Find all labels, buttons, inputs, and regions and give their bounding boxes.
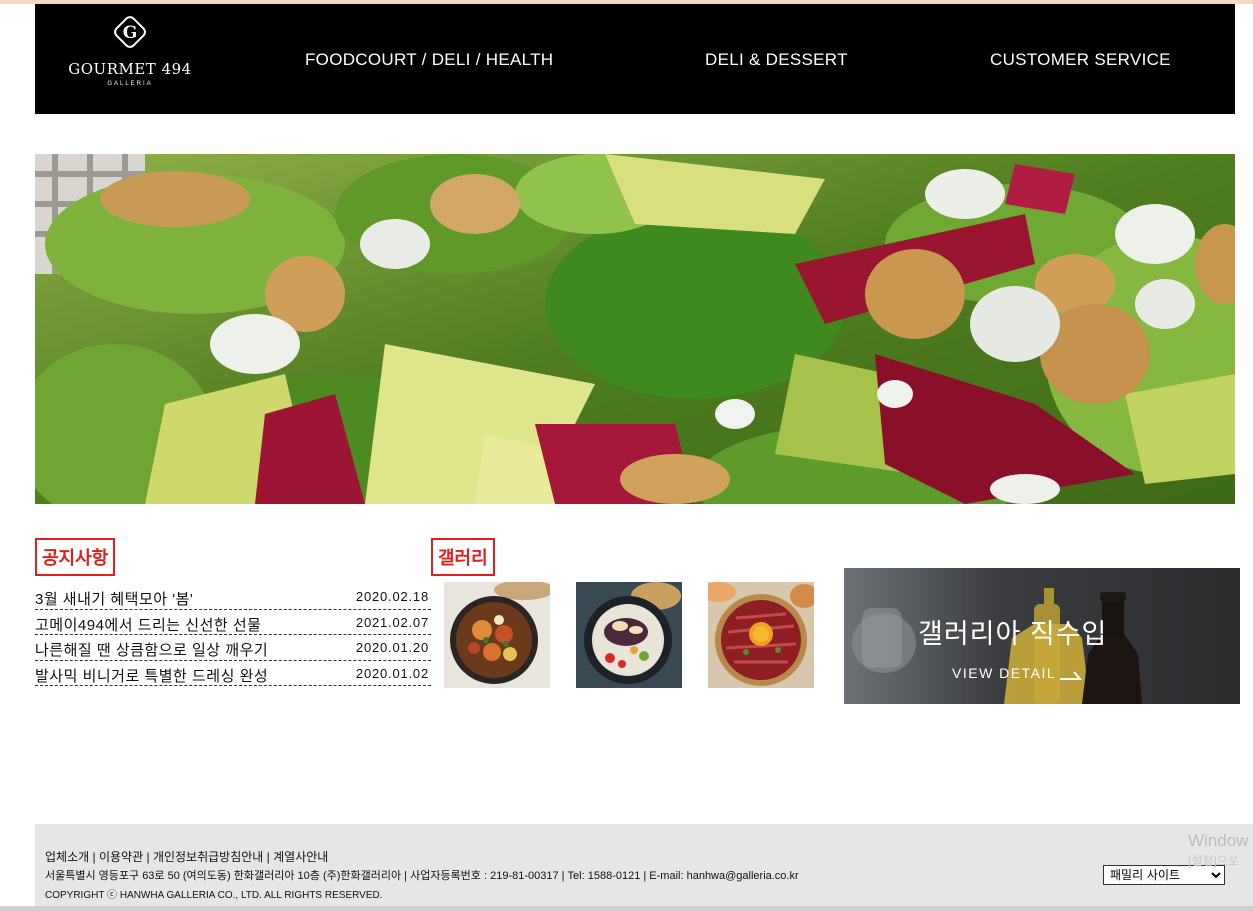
logo-subtext: GALLERIA [107, 81, 153, 87]
notice-item-title[interactable]: 3월 새내기 혜택모아 '봄' [35, 588, 193, 609]
notice-section-title: 공지사항 [35, 538, 116, 576]
logo-text: GOURMET 494 [68, 60, 192, 78]
windows-activation-watermark-sub: [설정]으로 [1188, 854, 1239, 868]
logo-g-icon: G [114, 16, 146, 48]
banner-view-detail-link[interactable]: VIEW DETAIL [952, 665, 1056, 681]
nav-deli-dessert[interactable]: DELI & DESSERT [705, 50, 848, 70]
notice-item-date: 2020.01.02 [355, 665, 429, 681]
notice-item[interactable]: 나른해질 땐 상큼함으로 일상 깨우기 2020.01.20 [35, 635, 431, 661]
footer-links: 업체소개 | 이용약관 | 개인정보취급방침안내 | 계열사안내 [45, 850, 329, 864]
notice-list: 3월 새내기 혜택모아 '봄' 2020.02.18 고메이494에서 드리는 … [35, 584, 431, 686]
gallery-thumbnail-salad[interactable] [576, 582, 682, 688]
footer-link-terms[interactable]: 이용약관 [99, 850, 143, 864]
nav-foodcourt-deli-health[interactable]: FOODCOURT / DELI / HEALTH [305, 50, 553, 70]
logo[interactable]: G GOURMET 494 GALLERIA [65, 8, 195, 98]
notice-item[interactable]: 3월 새내기 혜택모아 '봄' 2020.02.18 [35, 584, 431, 610]
footer-link-company[interactable]: 업체소개 [45, 850, 89, 864]
gallery-thumbnail-beef[interactable] [708, 582, 814, 688]
site-header: G GOURMET 494 GALLERIA FOODCOURT / DELI … [35, 4, 1235, 114]
banner-title: 갤러리아 직수입 [918, 619, 1108, 649]
hero-salad-image [35, 154, 1235, 504]
notice-item-title[interactable]: 나른해질 땐 상큼함으로 일상 깨우기 [35, 639, 268, 660]
notice-item[interactable]: 발사믹 비니거로 특별한 드레싱 완성 2020.01.02 [35, 661, 431, 686]
gallery-thumbnail-bowl[interactable] [444, 582, 550, 688]
nav-customer-service[interactable]: CUSTOMER SERVICE [990, 50, 1171, 70]
site-footer: 업체소개 | 이용약관 | 개인정보취급방침안내 | 계열사안내 서울특별시 영… [35, 824, 1253, 906]
notice-item-date: 2021.02.07 [355, 614, 429, 630]
arrow-right-icon [1060, 671, 1083, 680]
gallery-section-title: 갤러리 [431, 538, 495, 576]
notice-item-title[interactable]: 발사믹 비니거로 특별한 드레싱 완성 [35, 665, 268, 686]
windows-activation-watermark: Window [1188, 831, 1249, 850]
footer-address: 서울특별시 영등포구 63로 50 (여의도동) 한화갤러리아 10층 (주)한… [45, 870, 799, 882]
footer-link-affiliates[interactable]: 계열사안내 [273, 850, 328, 864]
footer-link-privacy[interactable]: 개인정보취급방침안내 [153, 850, 263, 864]
notice-item-date: 2020.01.20 [355, 640, 429, 655]
bottom-scrollbar-edge [0, 906, 1253, 911]
footer-copyright: COPYRIGHT ⓒ HANWHA GALLERIA CO., LTD. AL… [45, 890, 383, 901]
svg-text:G: G [123, 23, 138, 43]
notice-item[interactable]: 고메이494에서 드리는 신선한 선물 2021.02.07 [35, 610, 431, 635]
notice-item-title[interactable]: 고메이494에서 드리는 신선한 선물 [35, 614, 261, 635]
notice-item-date: 2020.02.18 [355, 589, 429, 604]
direct-import-banner[interactable]: 갤러리아 직수입 VIEW DETAIL [844, 568, 1240, 704]
